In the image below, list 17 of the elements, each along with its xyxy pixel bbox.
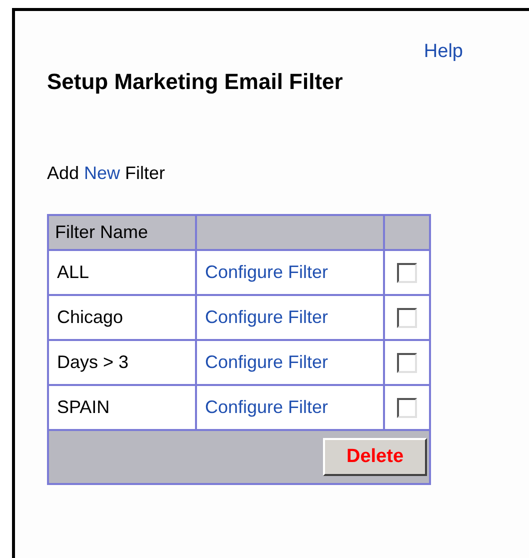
table-cell: Days > 3 bbox=[48, 340, 196, 385]
configure-filter-link[interactable]: Configure Filter bbox=[205, 352, 328, 372]
add-filter-text: Add New Filter bbox=[47, 163, 166, 184]
row-checkbox[interactable] bbox=[397, 308, 417, 328]
column-header: Filter Name bbox=[48, 215, 196, 250]
row-checkbox[interactable] bbox=[397, 263, 417, 284]
row-checkbox[interactable] bbox=[397, 353, 417, 374]
new-link[interactable]: New bbox=[84, 163, 120, 183]
row-checkbox[interactable] bbox=[397, 398, 417, 418]
configure-filter-link[interactable]: Configure Filter bbox=[205, 397, 328, 417]
table-cell: Chicago bbox=[48, 295, 196, 340]
help-link[interactable]: Help bbox=[424, 41, 463, 63]
configure-filter-link[interactable]: Configure Filter bbox=[205, 262, 328, 282]
configure-filter-link[interactable]: Configure Filter bbox=[205, 307, 328, 327]
table-cell: SPAIN bbox=[48, 385, 196, 430]
page-title: Setup Marketing Email Filter bbox=[47, 69, 344, 95]
table-cell: ALL bbox=[48, 250, 196, 295]
